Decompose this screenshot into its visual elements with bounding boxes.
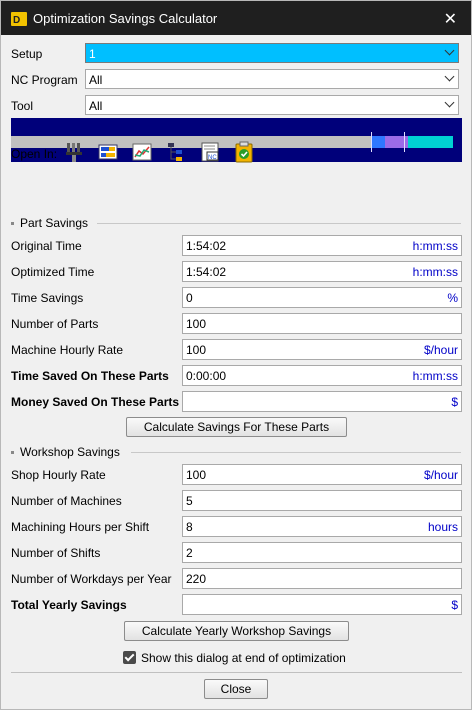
close-button[interactable]: Close	[204, 679, 268, 699]
part_savings-row-label: Optimized Time	[11, 265, 95, 279]
field-value: 100	[186, 468, 207, 482]
clipboard-check-icon[interactable]	[233, 141, 255, 163]
close-icon[interactable]: ✕	[444, 9, 457, 29]
timeline-marker	[370, 132, 372, 152]
timeline-cyan-segment	[407, 136, 453, 148]
tool-value: All	[89, 99, 103, 113]
tool-holder-icon[interactable]	[63, 141, 85, 163]
field-value: 0:00:00	[186, 369, 227, 383]
workshop_savings-row-input[interactable]: $	[182, 594, 462, 615]
footer-divider	[11, 672, 462, 673]
workshop-savings-title: Workshop Savings	[20, 445, 120, 459]
workshop_savings-row-label: Total Yearly Savings	[11, 598, 127, 612]
field-unit: $	[451, 395, 458, 409]
setup-label: Setup	[11, 47, 43, 61]
workshop_savings-row-label: Number of Machines	[11, 494, 122, 508]
field-value: 220	[186, 572, 207, 586]
field-value: 100	[186, 317, 207, 331]
workshop_savings-row-input[interactable]: 220	[182, 568, 462, 589]
field-unit: hours	[427, 520, 458, 534]
tree-icon[interactable]	[165, 141, 187, 163]
workshop_savings-row-label: Number of Shifts	[11, 546, 101, 560]
part_savings-row-label: Money Saved On These Parts	[11, 395, 180, 409]
nc-program-label: NC Program	[11, 73, 78, 87]
svg-text:D: D	[13, 15, 20, 26]
part_savings-row-label: Original Time	[11, 239, 82, 253]
section-bullet	[11, 451, 14, 455]
timeline-marker	[403, 132, 405, 152]
field-unit: $	[451, 598, 458, 612]
part_savings-row-input[interactable]: 100	[182, 313, 462, 334]
show-dialog-label: Show this dialog at end of optimization	[141, 651, 346, 665]
part_savings-row-input[interactable]: 0%	[182, 287, 462, 308]
part-savings-title: Part Savings	[20, 216, 89, 230]
field-value: 2	[186, 546, 193, 560]
section-divider	[97, 223, 461, 224]
field-value: 0	[186, 291, 193, 305]
field-value: 8	[186, 520, 193, 534]
bars-icon[interactable]	[97, 141, 119, 163]
calculate-workshop-savings-button[interactable]: Calculate Yearly Workshop Savings	[124, 621, 349, 641]
open-in-label: Open In:	[11, 147, 58, 161]
show-dialog-checkbox[interactable]	[123, 651, 136, 664]
field-unit: h:mm:ss	[412, 369, 458, 383]
part_savings-row-input[interactable]: 0:00:00 h:mm:ss	[182, 365, 462, 386]
field-value: 1:54:02	[186, 239, 227, 253]
tool-dropdown[interactable]: All	[85, 95, 459, 115]
workshop_savings-row-input[interactable]: 8 hours	[182, 516, 462, 537]
part_savings-row-label: Number of Parts	[11, 317, 99, 331]
setup-dropdown[interactable]: 1	[85, 43, 459, 63]
workshop_savings-row-input[interactable]: 2	[182, 542, 462, 563]
nc-program-value: All	[89, 73, 103, 87]
field-unit: h:mm:ss	[412, 265, 458, 279]
part_savings-row-label: Time Saved On These Parts	[11, 369, 169, 383]
field-unit: h:mm:ss	[412, 239, 458, 253]
part_savings-row-label: Time Savings	[11, 291, 84, 305]
workshop_savings-row-label: Shop Hourly Rate	[11, 468, 106, 482]
calculate-part-savings-button[interactable]: Calculate Savings For These Parts	[126, 417, 347, 437]
nc-file-icon[interactable]: NC	[199, 141, 221, 163]
field-unit: $/hour	[423, 468, 458, 482]
part_savings-row-input[interactable]: 1:54:02 h:mm:ss	[182, 235, 462, 256]
section-bullet	[11, 222, 14, 226]
field-value: 5	[186, 494, 193, 508]
chevron-down-icon	[444, 45, 455, 56]
part-savings-heading: Part Savings	[11, 216, 88, 230]
section-divider	[131, 452, 461, 453]
field-value: 1:54:02	[186, 265, 227, 279]
timeline-blue-segment	[371, 136, 386, 148]
workshop_savings-row-label: Number of Workdays per Year	[11, 572, 172, 586]
svg-text:NC: NC	[208, 155, 217, 161]
chevron-down-icon	[444, 71, 455, 82]
setup-value: 1	[89, 47, 96, 61]
chevron-down-icon	[444, 97, 455, 108]
field-unit: $/hour	[423, 343, 458, 357]
part_savings-row-input[interactable]: $	[182, 391, 462, 412]
chart-icon[interactable]	[131, 141, 153, 163]
window-title: Optimization Savings Calculator	[33, 11, 218, 26]
workshop_savings-row-input[interactable]: 100 $/hour	[182, 464, 462, 485]
app-logo-icon: D	[11, 12, 27, 26]
part_savings-row-input[interactable]: 1:54:02 h:mm:ss	[182, 261, 462, 282]
dialog-body: Setup 1 NC Program All Tool All Open In:	[1, 35, 471, 709]
dialog-window: D Optimization Savings Calculator ✕ Setu…	[0, 0, 472, 710]
field-unit: %	[447, 291, 458, 305]
workshop_savings-row-label: Machining Hours per Shift	[11, 520, 150, 534]
tool-label: Tool	[11, 99, 34, 113]
field-value: 100	[186, 343, 207, 357]
workshop-savings-heading: Workshop Savings	[11, 445, 120, 459]
title-bar: D Optimization Savings Calculator ✕	[1, 1, 471, 35]
part_savings-row-input[interactable]: 100 $/hour	[182, 339, 462, 360]
workshop_savings-row-input[interactable]: 5	[182, 490, 462, 511]
nc-program-dropdown[interactable]: All	[85, 69, 459, 89]
part_savings-row-label: Machine Hourly Rate	[11, 343, 124, 357]
